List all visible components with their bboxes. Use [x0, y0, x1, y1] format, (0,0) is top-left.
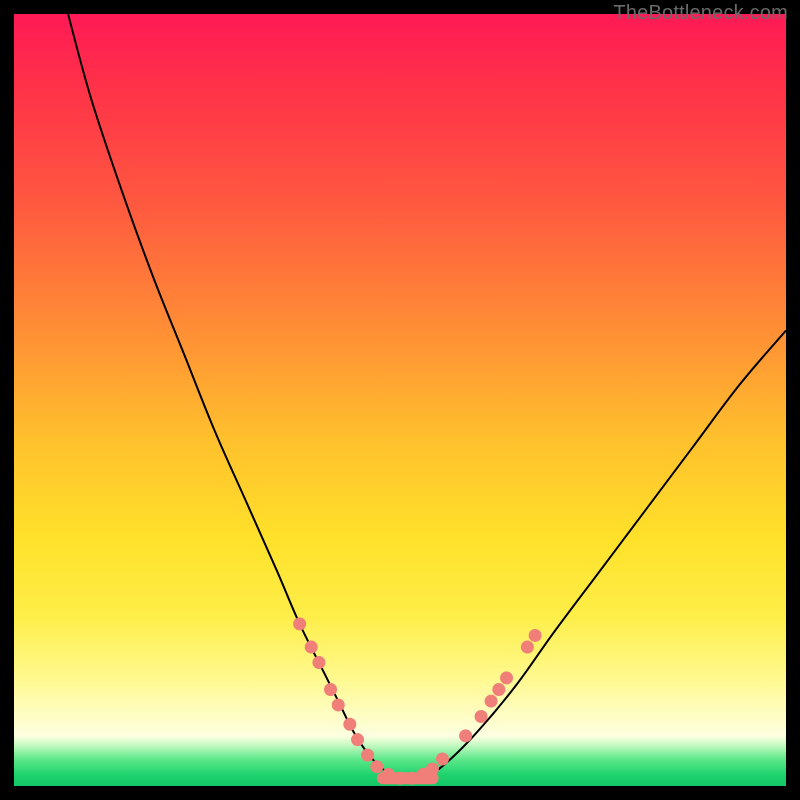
marker-dot [382, 768, 395, 781]
bottleneck-curve [68, 14, 786, 780]
marker-dot [361, 749, 374, 762]
marker-dot [485, 695, 498, 708]
watermark-text: TheBottleneck.com [613, 2, 788, 25]
marker-dot [332, 698, 345, 711]
marker-dot [405, 772, 418, 785]
chart-plot-area [14, 14, 786, 786]
marker-dot [521, 641, 534, 654]
marker-dot [324, 683, 337, 696]
marker-dot [351, 733, 364, 746]
marker-dot [394, 772, 407, 785]
marker-dot [370, 760, 383, 773]
marker-dot [500, 671, 513, 684]
marker-dot [426, 763, 439, 776]
marker-dot [459, 729, 472, 742]
marker-dot [475, 710, 488, 723]
marker-dot [312, 656, 325, 669]
marker-dot [305, 641, 318, 654]
marker-dot [492, 683, 505, 696]
marker-dot [343, 718, 356, 731]
chart-svg [14, 14, 786, 786]
marker-dot [293, 617, 306, 630]
marker-dot [436, 752, 449, 765]
chart-frame: TheBottleneck.com [0, 0, 800, 800]
marker-dot [529, 629, 542, 642]
